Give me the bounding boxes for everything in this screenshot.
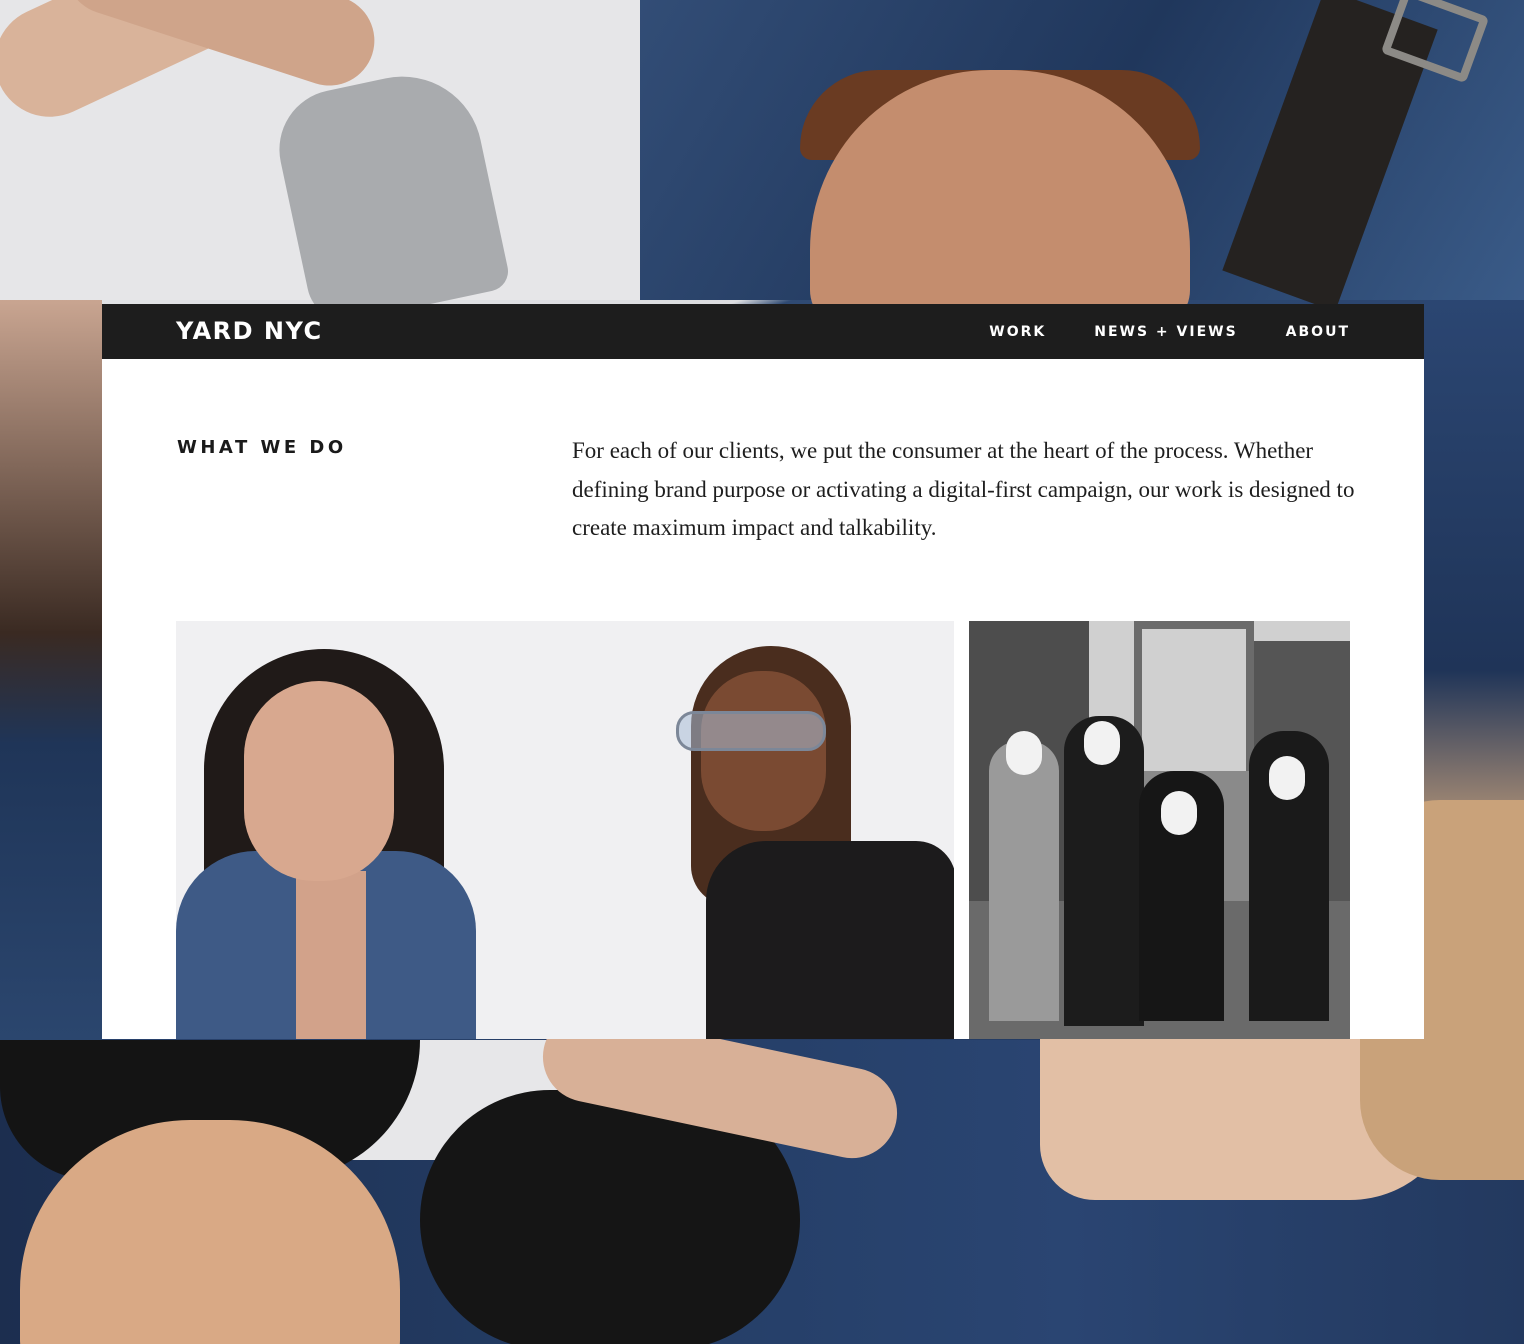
top-navigation-bar: YARD NYC WORK NEWS + VIEWS ABOUT [102,304,1424,359]
website-card: YARD NYC WORK NEWS + VIEWS ABOUT WHAT WE… [102,304,1424,1039]
main-nav: WORK NEWS + VIEWS ABOUT [989,324,1350,340]
nav-link-news-views[interactable]: NEWS + VIEWS [1094,324,1237,340]
nav-link-about[interactable]: ABOUT [1286,324,1350,340]
section-description: For each of our clients, we put the cons… [572,438,1355,540]
campaign-photo-duo[interactable] [176,621,954,1039]
nav-link-work[interactable]: WORK [989,324,1046,340]
site-logo[interactable]: YARD NYC [176,317,323,345]
section-heading: WHAT WE DO [177,437,347,458]
campaign-photo-band[interactable] [969,621,1350,1039]
